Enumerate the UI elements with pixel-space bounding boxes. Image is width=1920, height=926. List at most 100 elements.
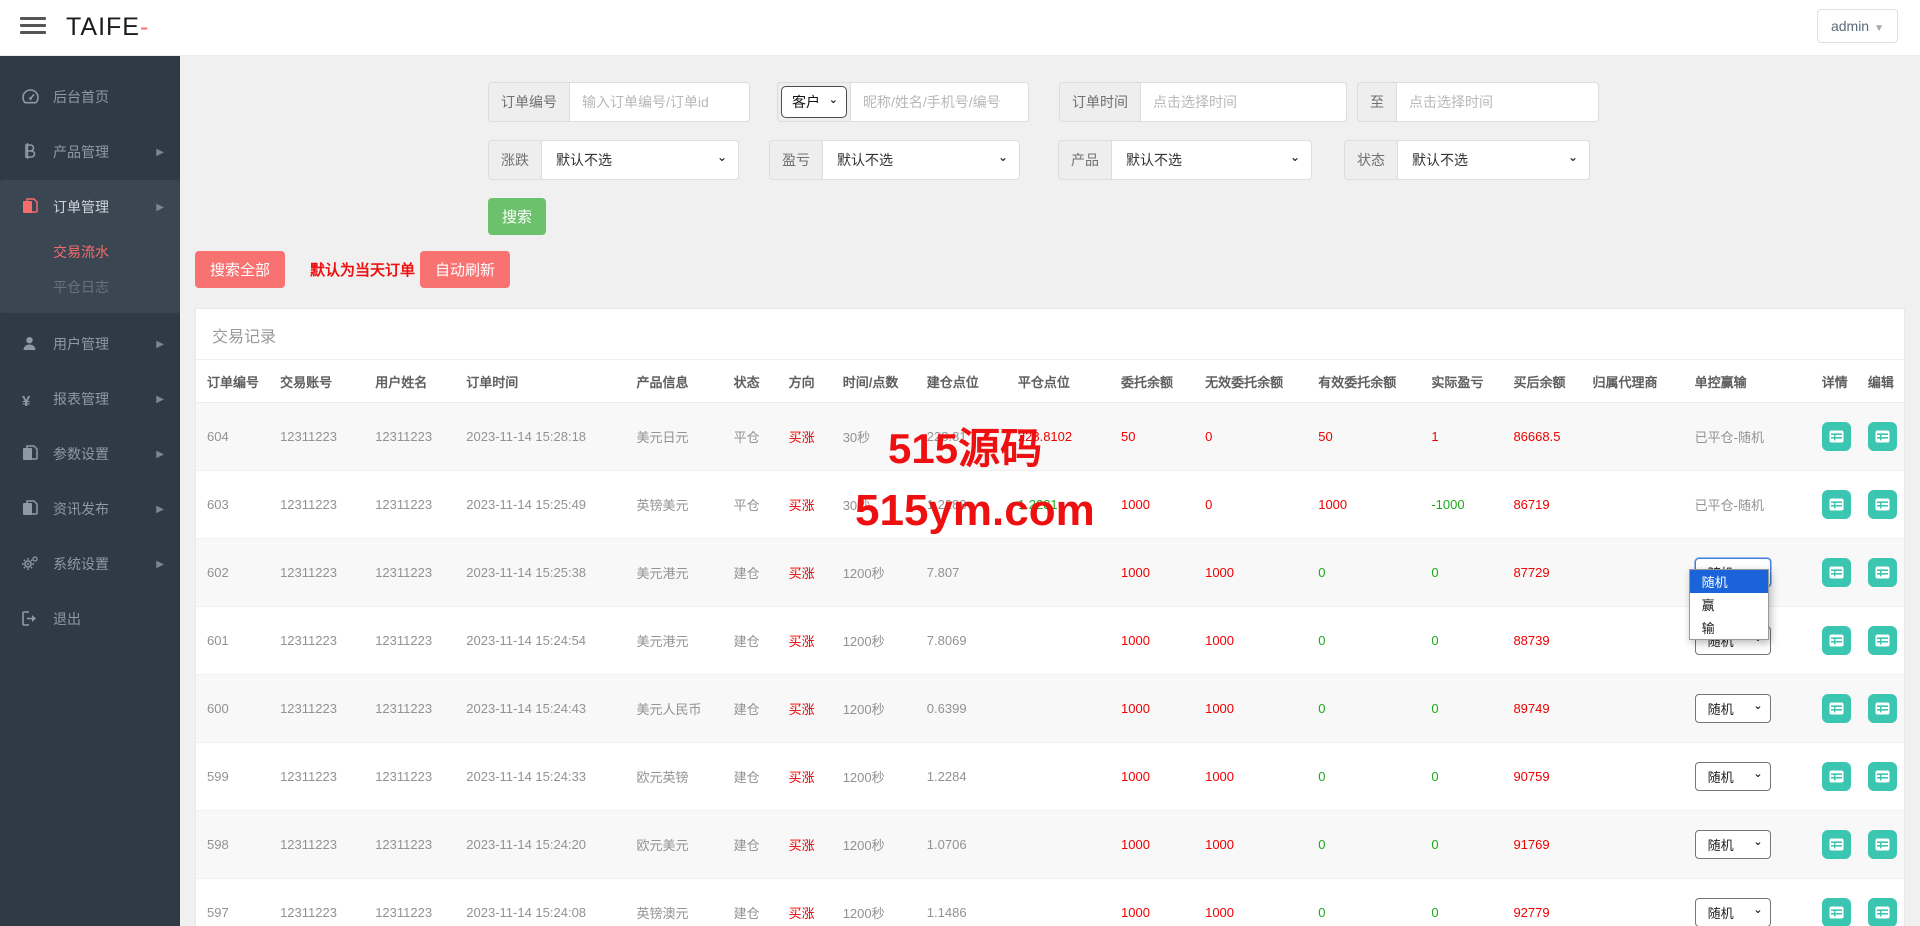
edit-button[interactable] bbox=[1867, 898, 1897, 926]
table-cell: 0 bbox=[1312, 742, 1426, 811]
sidebar-item-system-settings[interactable]: 系统设置 ▶ bbox=[0, 537, 180, 592]
table-cell: 平仓 bbox=[727, 402, 783, 471]
dropdown-option[interactable]: 随机 bbox=[1689, 570, 1768, 593]
edit-button-cell bbox=[1861, 538, 1904, 607]
column-header: 交易账号 bbox=[274, 360, 370, 403]
detail-button[interactable] bbox=[1821, 626, 1851, 655]
dropdown-option[interactable]: 输 bbox=[1690, 616, 1768, 639]
edit-button[interactable] bbox=[1867, 694, 1897, 723]
column-header: 时间/点数 bbox=[836, 360, 921, 403]
table-cell: 89749 bbox=[1507, 674, 1587, 743]
table-cell: 0 bbox=[1312, 606, 1426, 675]
sidebar-item-label: 参数设置 bbox=[53, 446, 109, 462]
time-to-input[interactable] bbox=[1397, 82, 1599, 122]
dropdown-option[interactable]: 赢 bbox=[1690, 593, 1768, 616]
table-cell bbox=[1586, 606, 1689, 675]
win-loss-select[interactable]: 随机 ⌄ bbox=[1694, 762, 1771, 791]
table-cell: 0 bbox=[1199, 402, 1313, 471]
table-cell: 1000 bbox=[1115, 878, 1200, 926]
sidebar-item-news[interactable]: 资讯发布 ▶ bbox=[0, 482, 180, 537]
table-row: 597 12311223 12311223 2023-11-14 15:24:08 英镑… bbox=[196, 878, 1904, 926]
filter-time-to: 至 bbox=[1357, 82, 1599, 122]
table-cell: 90759 bbox=[1507, 742, 1587, 811]
win-loss-control-cell: 随机 ⌄ bbox=[1688, 810, 1816, 879]
sidebar-item-label: 退出 bbox=[53, 611, 81, 627]
table-row: 602 12311223 12311223 2023-11-14 15:25:38 美元… bbox=[196, 538, 1904, 640]
table-cell: 买涨 bbox=[782, 470, 837, 539]
edit-button[interactable] bbox=[1867, 626, 1897, 655]
detail-button[interactable] bbox=[1821, 558, 1851, 587]
sidebar-item-users[interactable]: 用户管理 ▶ bbox=[0, 317, 180, 372]
edit-button[interactable] bbox=[1867, 762, 1897, 791]
sidebar-item-reports[interactable]: ¥ 报表管理 ▶ bbox=[0, 372, 180, 427]
detail-button[interactable] bbox=[1821, 694, 1851, 723]
edit-button-cell bbox=[1861, 402, 1904, 471]
sidebar-item-dashboard[interactable]: 后台首页 bbox=[0, 70, 180, 125]
table-cell: 美元港元 bbox=[630, 606, 728, 675]
time-from-label: 订单时间 bbox=[1059, 82, 1141, 122]
detail-button-cell bbox=[1815, 470, 1862, 539]
table-cell: 228.8102 bbox=[1011, 402, 1115, 471]
edit-table-icon bbox=[1875, 430, 1890, 443]
win-loss-select[interactable]: 随机 ⌄ bbox=[1694, 898, 1771, 926]
auto-refresh-button[interactable]: 自动刷新 bbox=[420, 251, 511, 288]
table-cell bbox=[1011, 878, 1115, 926]
detail-button[interactable] bbox=[1821, 490, 1851, 519]
sidebar-item-label: 用户管理 bbox=[53, 336, 109, 352]
time-from-input[interactable] bbox=[1141, 82, 1347, 122]
sidebar-item-parameters[interactable]: 参数设置 ▶ bbox=[0, 427, 180, 482]
table-cell: 建仓 bbox=[727, 606, 783, 675]
detail-button-cell bbox=[1815, 810, 1862, 879]
table-cell: 买涨 bbox=[782, 674, 837, 743]
win-loss-select[interactable]: 随机 ⌄ bbox=[1694, 830, 1771, 859]
status-select[interactable]: 默认不选 ⌄ bbox=[1398, 140, 1590, 180]
edit-button[interactable] bbox=[1867, 830, 1897, 859]
detail-table-icon bbox=[1829, 838, 1844, 851]
win-loss-value: 随机 bbox=[1707, 838, 1734, 853]
table-cell bbox=[1011, 606, 1115, 675]
panel-title: 交易记录 bbox=[196, 309, 1904, 360]
column-header: 状态 bbox=[727, 360, 783, 403]
chevron-down-icon: ⌄ bbox=[1753, 904, 1763, 916]
table-cell: 0 bbox=[1425, 810, 1508, 879]
search-button[interactable]: 搜索 bbox=[488, 198, 547, 235]
sidebar-item-logout[interactable]: 退出 bbox=[0, 592, 180, 647]
edit-button[interactable] bbox=[1867, 558, 1897, 587]
updown-select[interactable]: 默认不选 ⌄ bbox=[542, 140, 739, 180]
profit-loss-select[interactable]: 默认不选 ⌄ bbox=[823, 140, 1020, 180]
sidebar-subitem-trade-flow[interactable]: 交易流水 bbox=[0, 235, 180, 270]
user-icon bbox=[22, 319, 40, 374]
sidebar-item-products[interactable]: 产品管理 ▶ bbox=[0, 125, 180, 180]
customer-type-select[interactable]: 客户 ⌄ bbox=[781, 86, 847, 118]
detail-button-cell bbox=[1815, 606, 1862, 675]
admin-user-menu[interactable]: admin ▼ bbox=[1816, 9, 1898, 43]
table-cell: 12311223 bbox=[369, 878, 461, 926]
product-select[interactable]: 默认不选 ⌄ bbox=[1112, 140, 1312, 180]
edit-button[interactable] bbox=[1867, 490, 1897, 519]
detail-button[interactable] bbox=[1821, 422, 1851, 451]
sidebar-item-orders[interactable]: 订单管理 ▶ bbox=[0, 180, 180, 235]
detail-button[interactable] bbox=[1821, 762, 1851, 791]
table-row: 601 12311223 12311223 2023-11-14 15:24:54 美元… bbox=[196, 606, 1904, 675]
sidebar-item-label: 系统设置 bbox=[53, 556, 109, 572]
order-no-input[interactable] bbox=[570, 82, 750, 122]
search-all-button[interactable]: 搜索全部 bbox=[195, 251, 286, 288]
win-loss-value: 随机 bbox=[1707, 770, 1734, 785]
table-cell: 0 bbox=[1312, 538, 1426, 607]
detail-button[interactable] bbox=[1821, 830, 1851, 859]
updown-label: 涨跌 bbox=[488, 140, 542, 180]
customer-search-input[interactable] bbox=[851, 82, 1029, 122]
edit-button[interactable] bbox=[1867, 422, 1897, 451]
detail-button-cell bbox=[1815, 402, 1862, 471]
detail-button[interactable] bbox=[1821, 898, 1851, 926]
win-loss-select[interactable]: 随机 ⌄ bbox=[1694, 694, 1771, 723]
table-cell: 30秒 bbox=[836, 470, 921, 539]
column-header: 平仓点位 bbox=[1011, 360, 1115, 403]
table-cell: 英镑澳元 bbox=[630, 878, 728, 926]
hamburger-menu-icon[interactable] bbox=[20, 17, 46, 37]
table-cell: 买涨 bbox=[782, 538, 837, 607]
edit-table-icon bbox=[1875, 770, 1890, 783]
trade-records-table: 订单编号 交易账号 用户姓名 订单时间 产品信息 状态 方向 时间/点数 建仓点位 平仓点位 委托余… bbox=[196, 360, 1904, 926]
sidebar-subitem-close-log[interactable]: 平仓日志 bbox=[0, 270, 180, 305]
customer-select-wrap: 客户 ⌄ bbox=[777, 82, 851, 122]
